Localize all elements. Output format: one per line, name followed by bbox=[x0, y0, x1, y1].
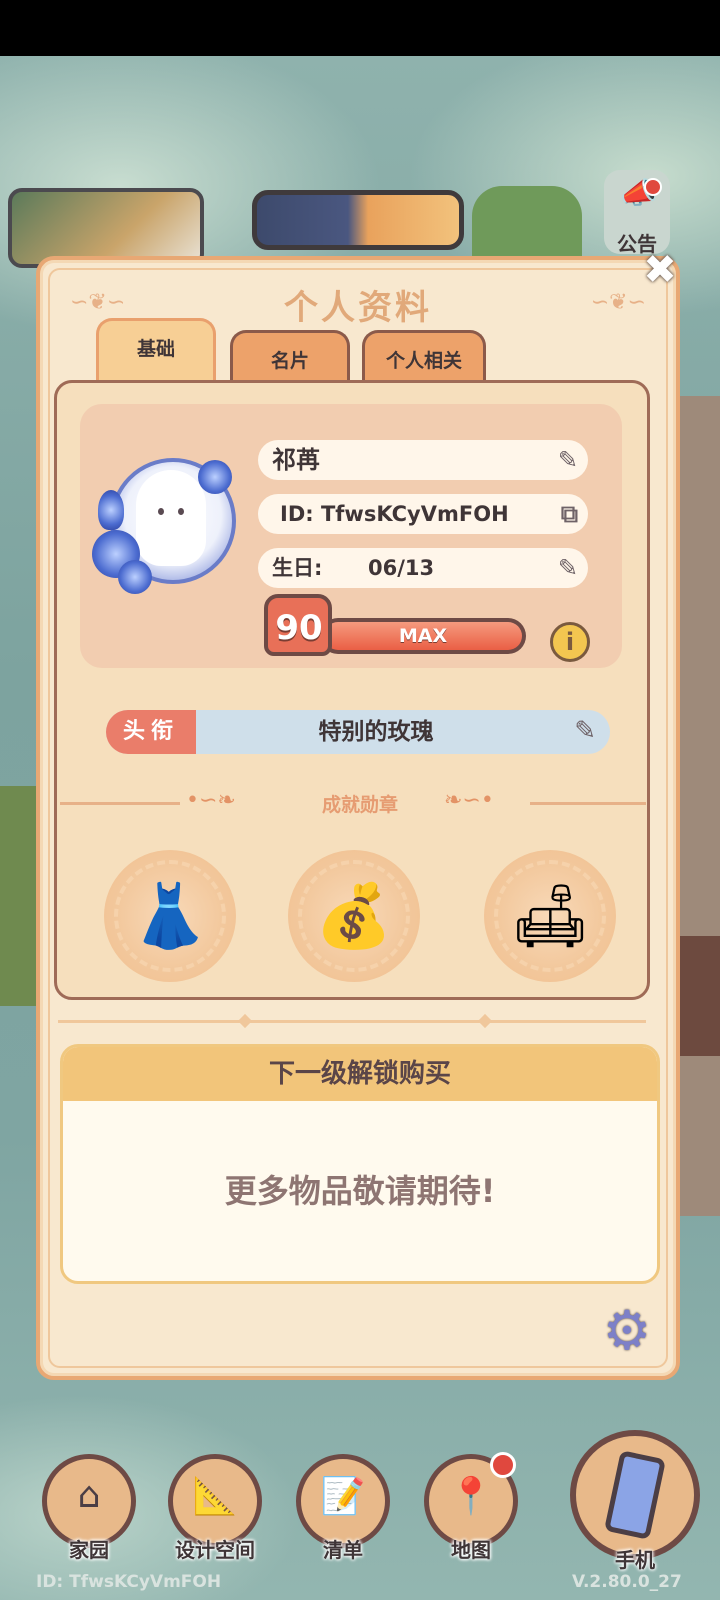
player-id: ID: TfwsKCyVmFOH bbox=[280, 502, 509, 526]
copy-icon[interactable]: ⧉ bbox=[561, 494, 578, 534]
achievement-medal-outfit[interactable]: 👗 bbox=[104, 850, 236, 982]
birthday-label: 生日: bbox=[272, 556, 323, 580]
footer-player-id: ID: TfwsKCyVmFOH bbox=[36, 1572, 222, 1592]
unlock-message: 更多物品敬请期待! bbox=[224, 1172, 496, 1210]
nav-phone-button[interactable] bbox=[570, 1430, 700, 1560]
section-rule bbox=[58, 1020, 646, 1023]
house-icon: ⌂ bbox=[77, 1475, 101, 1516]
info-icon[interactable]: i bbox=[550, 622, 590, 662]
edit-pencil-icon[interactable]: ✎ bbox=[574, 716, 596, 746]
achievement-medal-money[interactable]: 💰 bbox=[288, 850, 420, 982]
ruler-icon: 📐 bbox=[192, 1476, 238, 1517]
achievements-label: 成就勋章 bbox=[321, 794, 398, 816]
birthday-field: 生日: 06/13 ✎ bbox=[258, 548, 588, 588]
title-value: 特别的玫瑰 bbox=[318, 719, 434, 745]
cat-eye-right bbox=[178, 508, 184, 515]
title-tag: 头衔 bbox=[106, 710, 196, 754]
money-bag-icon: 💰 bbox=[315, 879, 393, 952]
nav-home-label: 家园 bbox=[69, 1538, 109, 1562]
tab-basic[interactable]: 基础 bbox=[96, 318, 216, 386]
player-name: 祁苒 bbox=[272, 446, 320, 474]
notification-dot bbox=[644, 178, 662, 196]
nav-phone-label: 手机 bbox=[615, 1548, 655, 1572]
dress-icon: 👗 bbox=[131, 879, 209, 952]
unlock-header: 下一级解锁购买 bbox=[63, 1047, 657, 1101]
edit-pencil-icon[interactable]: ✎ bbox=[558, 548, 578, 588]
nav-map-label: 地图 bbox=[451, 1538, 491, 1562]
house-door-right bbox=[676, 936, 720, 1056]
id-field: ID: TfwsKCyVmFOH ⧉ bbox=[258, 494, 588, 534]
close-icon[interactable]: ✖ bbox=[640, 250, 680, 290]
rose-icon bbox=[198, 460, 232, 494]
achievement-medal-furniture[interactable]: 🛋 bbox=[484, 850, 616, 982]
phone-icon bbox=[603, 1450, 667, 1540]
nav-list-label: 清单 bbox=[323, 1538, 363, 1562]
notice-button[interactable]: 📣 公告 bbox=[604, 170, 670, 256]
next-level-unlock: 下一级解锁购买 更多物品敬请期待! bbox=[60, 1044, 660, 1284]
cat-avatar-icon bbox=[136, 470, 206, 566]
cat-eye-left bbox=[158, 508, 164, 515]
map-pin-icon: 📍 bbox=[448, 1476, 494, 1517]
edit-pencil-icon[interactable]: ✎ bbox=[558, 440, 578, 480]
garden-tile-left bbox=[0, 786, 40, 1006]
status-bar-area bbox=[0, 0, 720, 56]
gear-icon[interactable]: ⚙ bbox=[598, 1302, 656, 1360]
birthday-value: 06/13 bbox=[368, 556, 435, 580]
nav-design-label: 设计空间 bbox=[175, 1538, 255, 1562]
footer-version: V.2.80.0_27 bbox=[572, 1572, 682, 1592]
leaf-icon bbox=[98, 490, 124, 530]
armchair-icon: 🛋 bbox=[510, 879, 590, 952]
day-night-indicator bbox=[252, 190, 464, 250]
title-row[interactable]: 头衔 特别的玫瑰 ✎ bbox=[106, 710, 610, 754]
level-status: MAX bbox=[398, 625, 448, 647]
level-number: 90 bbox=[275, 608, 323, 648]
rose-icon bbox=[118, 560, 152, 594]
checklist-icon: 📝 bbox=[320, 1476, 366, 1517]
name-field: 祁苒 ✎ bbox=[258, 440, 588, 480]
notification-dot bbox=[490, 1452, 516, 1478]
